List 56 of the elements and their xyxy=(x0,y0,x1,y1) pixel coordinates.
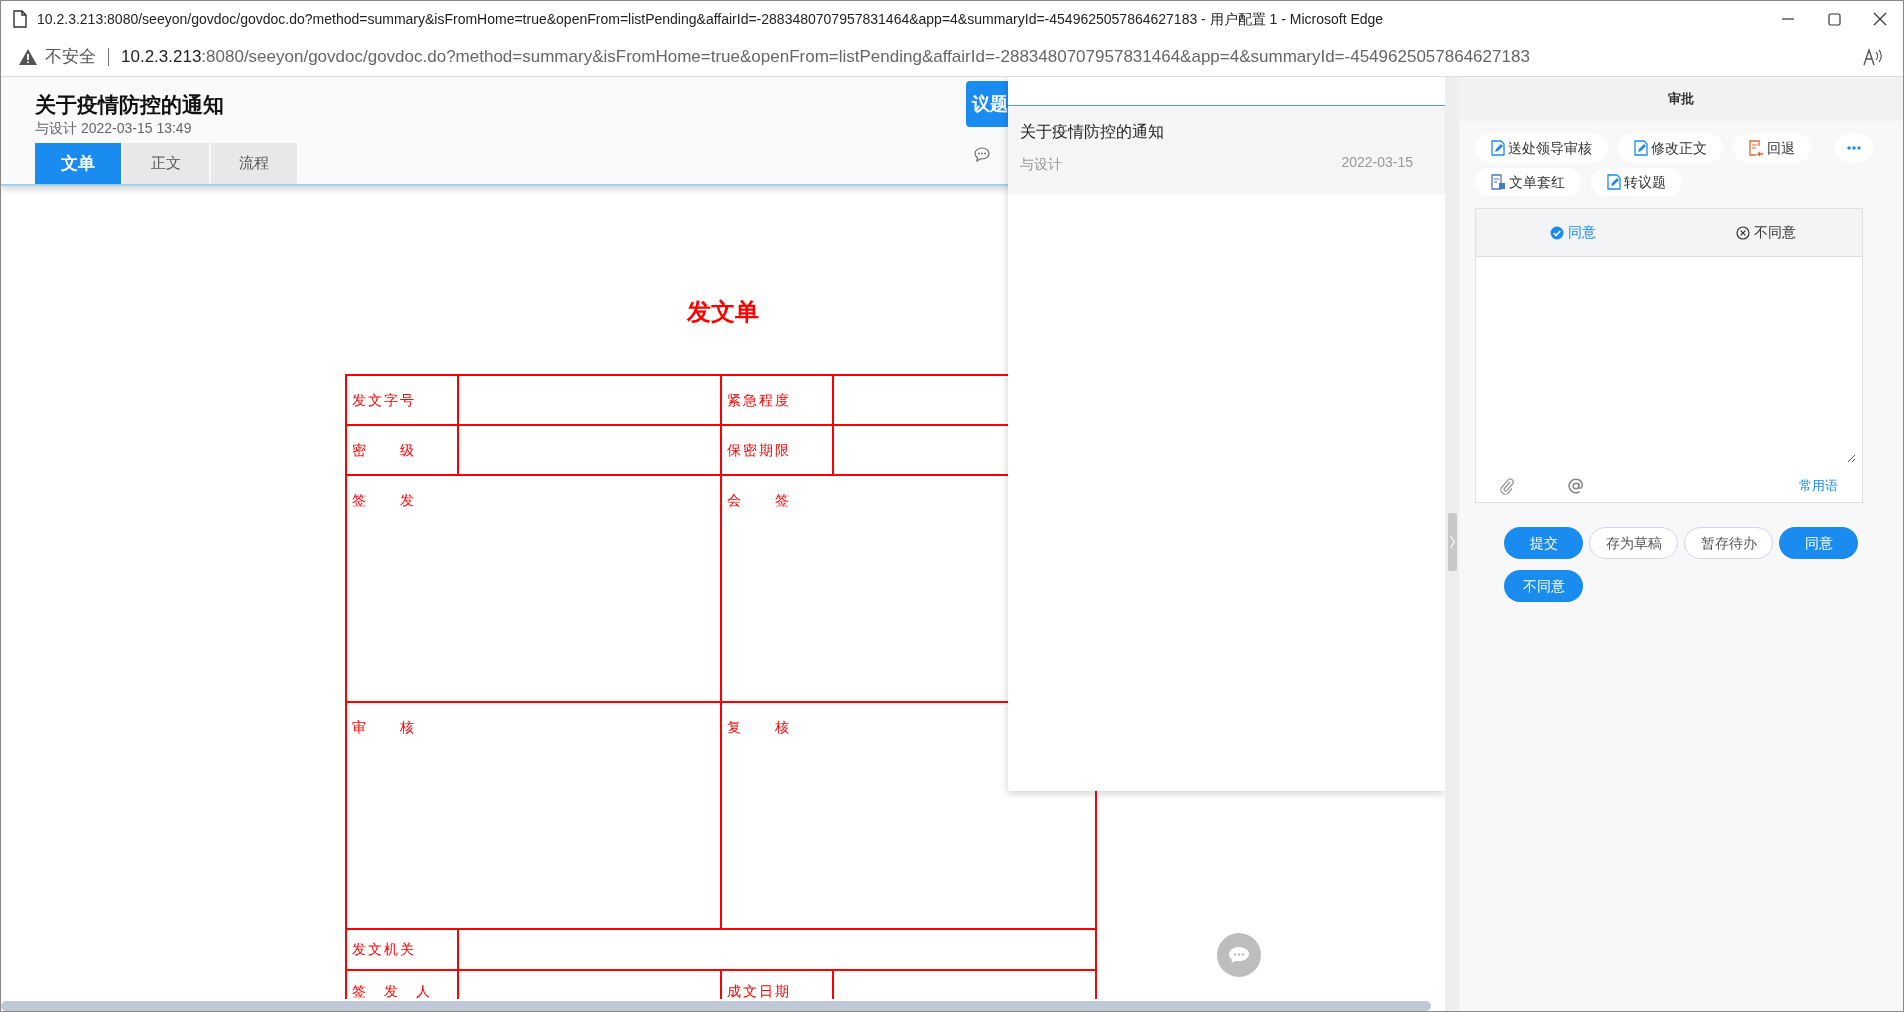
check-circle-icon xyxy=(1549,225,1564,240)
action-button[interactable]: 文单套红 xyxy=(1475,168,1581,196)
page-icon xyxy=(13,10,27,28)
form-value-cell[interactable] xyxy=(459,930,1097,971)
common-phrases-link[interactable]: 常用语 xyxy=(1799,475,1838,496)
field-label: 会 签 xyxy=(727,492,791,508)
submit-action-button[interactable]: 存为草稿 xyxy=(1589,527,1678,559)
more-icon xyxy=(1847,146,1861,150)
field-label: 签 发 人 xyxy=(352,983,432,999)
resize-handle-icon[interactable] xyxy=(1847,454,1856,463)
submit-action-button[interactable]: 暂存待办 xyxy=(1684,527,1773,559)
read-aloud-icon[interactable] xyxy=(1863,47,1883,66)
chat-bubble-button[interactable] xyxy=(1217,933,1261,977)
document-tab[interactable]: 正文 xyxy=(123,143,209,184)
action-button[interactable]: 回退 xyxy=(1733,134,1811,162)
form-value-cell[interactable] xyxy=(459,426,722,476)
return-document-icon xyxy=(1749,140,1764,156)
document-meta: 与设计 2022-03-15 13:49 xyxy=(35,119,192,138)
field-label: 密 级 xyxy=(352,440,416,460)
action-button[interactable]: 送处领导审核 xyxy=(1475,134,1608,162)
more-button[interactable] xyxy=(1835,134,1873,162)
form-value-cell[interactable] xyxy=(459,376,722,426)
collapse-handle[interactable] xyxy=(1448,513,1457,571)
document-stamp-icon xyxy=(1491,174,1506,190)
paperclip-icon[interactable] xyxy=(1500,476,1514,495)
edit-document-icon xyxy=(1634,140,1648,156)
field-label: 审 核 xyxy=(352,719,416,735)
horizontal-scrollbar[interactable] xyxy=(1,1001,1431,1011)
field-label: 成文日期 xyxy=(727,983,791,999)
opinion-tab[interactable]: 不同意 xyxy=(1669,209,1862,256)
field-label: 发文字号 xyxy=(352,390,416,410)
field-label: 保密期限 xyxy=(727,440,791,460)
edit-document-icon xyxy=(1491,140,1505,156)
chevron-right-icon xyxy=(1450,536,1455,548)
field-label: 紧急程度 xyxy=(727,390,791,410)
window-title: 10.2.3.213:8080/seeyon/govdoc/govdoc.do?method=summary&isFromHome=true&openFrom=listPending&affairId=-2883480707957831464&app=4&summaryId=-4549625057864627183 - 用户配置 1 - Microsoft Edge xyxy=(37,9,1384,29)
comment-icon[interactable] xyxy=(974,147,990,162)
edit-document-icon xyxy=(1607,174,1621,190)
warning-icon[interactable] xyxy=(19,48,37,65)
item-date: 2022-03-15 xyxy=(1341,153,1413,172)
document-tab[interactable]: 流程 xyxy=(211,143,297,184)
address-field[interactable]: 10.2.3.213:8080/seeyon/govdoc/govdoc.do?method=summary&isFromHome=true&openFrom=listPending&affairId=-2883480707957831464&app=4&summaryId=-4549625057864627183 xyxy=(121,43,1530,70)
action-button[interactable]: 修改正文 xyxy=(1618,134,1723,162)
x-circle-icon xyxy=(1735,225,1750,240)
mention-icon[interactable] xyxy=(1568,477,1584,494)
chat-icon xyxy=(1228,946,1250,964)
panel-title: 审批 xyxy=(1459,77,1903,121)
action-button[interactable]: 转议题 xyxy=(1591,168,1682,196)
security-label[interactable]: 不安全 xyxy=(45,43,96,70)
item-author: 与设计 xyxy=(1020,155,1062,174)
popup-list-item[interactable]: 关于疫情防控的通知 与设计 2022-03-15 xyxy=(1008,106,1445,194)
field-label: 发文机关 xyxy=(352,940,416,959)
field-label: 复 核 xyxy=(727,719,791,735)
form-title: 发文单 xyxy=(687,297,759,327)
document-title: 关于疫情防控的通知 xyxy=(35,92,224,118)
field-label: 签 发 xyxy=(352,492,416,508)
